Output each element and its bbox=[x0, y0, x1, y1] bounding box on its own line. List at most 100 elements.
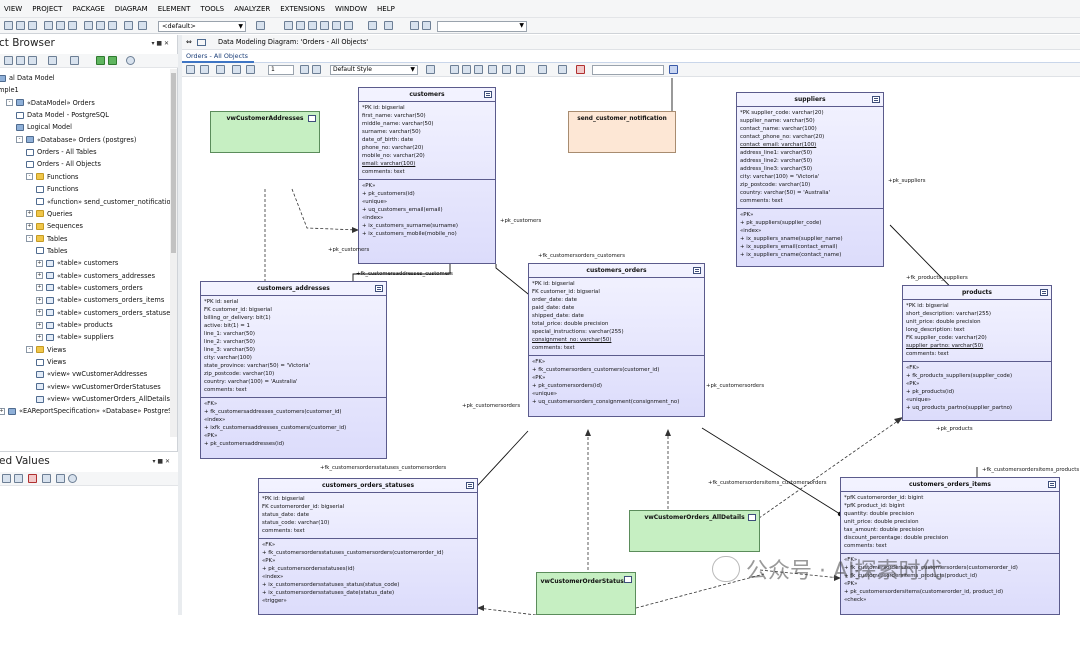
document-tab-title[interactable]: Data Modeling Diagram: 'Orders - All Obj… bbox=[218, 35, 368, 50]
table-customers-orders[interactable]: customers_orders *PK id: bigserial FK cu… bbox=[528, 263, 705, 417]
tree-item[interactable]: - «Database» Orders (postgres) bbox=[16, 135, 136, 146]
new-icon[interactable] bbox=[4, 21, 13, 30]
window-icon[interactable] bbox=[344, 21, 353, 30]
same-height-icon[interactable] bbox=[502, 65, 511, 74]
scrollbar-thumb[interactable] bbox=[171, 73, 176, 253]
tree-item[interactable]: Orders - All Objects bbox=[26, 159, 101, 170]
tree-item[interactable]: Logical Model bbox=[16, 122, 72, 133]
browser-scrollbar[interactable] bbox=[170, 69, 177, 437]
move-icon[interactable] bbox=[70, 56, 79, 65]
tag-icon[interactable] bbox=[56, 474, 65, 483]
tree-item[interactable]: Views bbox=[36, 357, 66, 368]
tree-item[interactable]: + «table» suppliers bbox=[36, 332, 114, 343]
new-package-icon[interactable] bbox=[4, 56, 13, 65]
cut-icon[interactable] bbox=[44, 21, 53, 30]
view-vwcustomeraddresses[interactable]: vwCustomerAddresses bbox=[210, 111, 320, 153]
delete-icon[interactable] bbox=[28, 474, 37, 483]
view-vwcustomerorders-alldetails[interactable]: vwCustomerOrders_AllDetails bbox=[629, 510, 760, 552]
print-icon[interactable] bbox=[84, 21, 93, 30]
menu-package[interactable]: PACKAGE bbox=[68, 5, 110, 13]
page-setup-icon[interactable] bbox=[96, 21, 105, 30]
view-vwcustomerorderstatuses[interactable]: vwCustomerOrderStatuses bbox=[536, 572, 636, 615]
panel-buttons[interactable]: ▾ ■ ✕ bbox=[152, 458, 170, 465]
panel-buttons[interactable]: ▾ ■ ✕ bbox=[151, 40, 169, 47]
undo-icon[interactable] bbox=[108, 21, 117, 30]
tree-item[interactable]: + Queries bbox=[26, 209, 72, 220]
copy-icon[interactable] bbox=[56, 21, 65, 30]
tree-item[interactable]: + «table» customers_orders_items bbox=[36, 295, 164, 306]
tree-item[interactable]: Data Model - PostgreSQL bbox=[16, 110, 109, 121]
tree-item[interactable]: - «DataModel» Orders bbox=[6, 98, 95, 109]
tree-item[interactable]: al Data Model bbox=[0, 73, 55, 84]
link-icon[interactable] bbox=[558, 65, 567, 74]
tree-item[interactable]: + «table» customers_orders_statuses bbox=[36, 308, 174, 319]
pan-icon[interactable] bbox=[200, 65, 209, 74]
edit-icon[interactable] bbox=[48, 56, 57, 65]
search-combo[interactable]: ▼ bbox=[437, 21, 527, 32]
settings-icon[interactable] bbox=[68, 474, 77, 483]
tree-item[interactable]: + «table» customers_orders bbox=[36, 283, 143, 294]
open-icon[interactable] bbox=[16, 21, 25, 30]
fill-icon[interactable] bbox=[300, 65, 309, 74]
same-width-icon[interactable] bbox=[488, 65, 497, 74]
menu-analyzer[interactable]: ANALYZER bbox=[230, 5, 276, 13]
layout-icon[interactable] bbox=[410, 21, 419, 30]
expand-icon[interactable]: + bbox=[36, 333, 43, 341]
zoom-spinner[interactable]: 1 bbox=[268, 65, 294, 75]
align-center-icon[interactable] bbox=[462, 65, 471, 74]
select-icon[interactable] bbox=[186, 65, 195, 74]
edit-icon[interactable] bbox=[14, 474, 23, 483]
globe-icon[interactable] bbox=[256, 21, 265, 30]
zoom-icon[interactable] bbox=[216, 65, 225, 74]
expand-icon[interactable]: + bbox=[26, 210, 33, 218]
collapse-icon[interactable]: - bbox=[16, 136, 23, 144]
save-icon[interactable] bbox=[28, 21, 37, 30]
tree-item[interactable]: mple1 bbox=[0, 85, 19, 96]
menu-diagram[interactable]: DIAGRAM bbox=[111, 5, 154, 13]
font-color-icon[interactable] bbox=[426, 65, 435, 74]
tree-item[interactable]: «function» send_customer_notificatio bbox=[36, 197, 171, 208]
settings-icon[interactable] bbox=[126, 56, 135, 65]
tab-orders-all-objects[interactable]: Orders - All Objects bbox=[182, 50, 254, 63]
align-icon[interactable] bbox=[246, 65, 255, 74]
tree-item[interactable]: «view» vwCustomerOrders_AllDetails bbox=[36, 394, 170, 405]
align-right-icon[interactable] bbox=[474, 65, 483, 74]
tools-icon[interactable] bbox=[368, 21, 377, 30]
down-arrow-icon[interactable] bbox=[108, 56, 117, 65]
tree-item[interactable]: - Functions bbox=[26, 172, 78, 183]
tree-item[interactable]: + «table» customers bbox=[36, 258, 118, 269]
tree-item[interactable]: Tables bbox=[36, 246, 68, 257]
menu-tools[interactable]: TOOLS bbox=[196, 5, 230, 13]
pin-icon[interactable]: ⇔ bbox=[186, 35, 192, 50]
list-icon[interactable] bbox=[308, 21, 317, 30]
expand-icon[interactable]: + bbox=[36, 321, 43, 329]
space-icon[interactable] bbox=[516, 65, 525, 74]
menu-element[interactable]: ELEMENT bbox=[154, 5, 197, 13]
table-customers-addresses[interactable]: customers_addresses *PK id: serial FK cu… bbox=[200, 281, 387, 459]
tree-item[interactable]: Orders - All Tables bbox=[26, 147, 97, 158]
add-diagram-icon[interactable] bbox=[16, 56, 25, 65]
delete-icon[interactable] bbox=[576, 65, 585, 74]
tree-item[interactable]: + «table» customers_addresses bbox=[36, 271, 155, 282]
wand-icon[interactable] bbox=[384, 21, 393, 30]
menu-extensions[interactable]: EXTENSIONS bbox=[276, 5, 331, 13]
tree-item[interactable]: - Tables bbox=[26, 234, 68, 245]
paste-icon[interactable] bbox=[68, 21, 77, 30]
diagram-canvas[interactable]: vwCustomerAddresses send_customer_notifi… bbox=[182, 78, 1080, 615]
expand-icon[interactable]: + bbox=[36, 296, 43, 304]
align-left-icon[interactable] bbox=[450, 65, 459, 74]
table-products[interactable]: products *PK id: bigserial short_descrip… bbox=[902, 285, 1052, 421]
expand-icon[interactable]: + bbox=[26, 222, 33, 230]
filter-icon[interactable] bbox=[2, 474, 11, 483]
expand-icon[interactable]: + bbox=[0, 407, 5, 415]
properties-icon[interactable] bbox=[284, 21, 293, 30]
function-send-customer-notification[interactable]: send_customer_notification bbox=[568, 111, 676, 153]
matrix-icon[interactable] bbox=[320, 21, 329, 30]
workspace-combo[interactable]: <default> ▼ bbox=[158, 21, 246, 32]
find-icon[interactable] bbox=[138, 21, 147, 30]
table-customers-orders-statuses[interactable]: customers_orders_statuses *PK id: bigser… bbox=[258, 478, 478, 615]
redo-icon[interactable] bbox=[124, 21, 133, 30]
table-suppliers[interactable]: suppliers *PK supplier_code: varchar(20)… bbox=[736, 92, 884, 267]
up-arrow-icon[interactable] bbox=[96, 56, 105, 65]
expand-icon[interactable]: + bbox=[36, 284, 43, 292]
